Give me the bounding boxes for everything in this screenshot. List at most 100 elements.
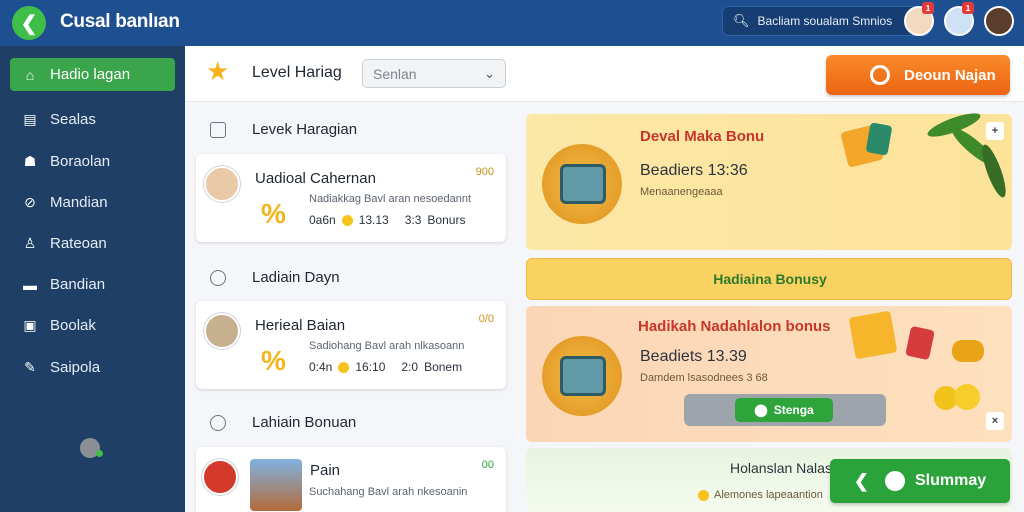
dropdown-value: Senlan <box>373 65 417 82</box>
promo-title: Hadikah Nadahlalon bonus <box>638 318 831 335</box>
sidebar-item-label: Hadio lagan <box>50 66 131 83</box>
promo-card[interactable]: Hadikah Nadahlalon bonus Beadiets 13.39 … <box>526 306 1012 442</box>
edit-icon: ✎ <box>24 359 36 375</box>
clock-icon <box>210 269 226 286</box>
coin-icon <box>341 214 353 226</box>
card-meta: 0:4n 16:10 2:0 Bonem <box>309 360 462 374</box>
promo-subtitle: Damdem lsasodnees 3 68 <box>640 372 768 384</box>
shield-icon: ⬤ <box>754 403 768 417</box>
claim-button[interactable]: ⬤ Stenga <box>735 398 833 422</box>
sidebar-item-home[interactable]: ⌂ Hadio lagan <box>10 58 175 91</box>
sidebar-item-label: Sealas <box>50 111 96 128</box>
coin-icon <box>954 384 980 410</box>
card-title: Herieal Baian <box>255 317 346 334</box>
notification-badge: 1 <box>922 2 934 14</box>
chest-icon <box>560 356 606 396</box>
sidebar-item-label: Boraolan <box>50 153 111 170</box>
sidebar-item-bandian[interactable]: ▬ Bandian <box>10 268 175 301</box>
promo-subtitle: Menaanengeaaa <box>640 186 723 198</box>
promo-card[interactable]: Deval Maka Bonu Beadiers 13:36 Menaaneng… <box>526 108 1012 250</box>
coin-icon <box>338 361 350 373</box>
gift-icon <box>865 122 893 156</box>
percent-icon: % <box>261 198 286 229</box>
section-header-ladiain: Ladiain Dayn <box>210 269 340 286</box>
chevron-down-icon: ⌄ <box>484 66 495 81</box>
bonus-card[interactable]: Pain 00 Suchahang Bavl arah nkesoanin <box>196 447 506 512</box>
bonus-card[interactable]: Herieal Baian 0/0 Sadiohang Bavl arah nl… <box>196 301 506 389</box>
section-title: Ladiain Dayn <box>252 269 340 286</box>
back-logo-icon[interactable]: ❮ <box>12 6 46 40</box>
card-points: 0/0 <box>478 313 494 325</box>
person-icon: ♙ <box>23 235 37 251</box>
leaf-icon <box>977 142 1011 200</box>
message-badge: 1 <box>962 2 974 14</box>
primary-cta-button[interactable]: Deoun Najan <box>826 55 1010 95</box>
card-title: Pain <box>310 462 341 479</box>
avatar <box>202 459 238 495</box>
doc-icon: ▤ <box>23 111 37 127</box>
card-meta: 0a6n 13.13 3:3 Bonurs <box>309 213 465 227</box>
chevron-circle-icon <box>210 414 226 431</box>
user-avatar[interactable] <box>984 6 1014 36</box>
meta-value: 2:0 <box>401 360 419 374</box>
summary-button[interactable]: ❮ Slummay <box>830 459 1010 503</box>
sidebar-item-label: Boolak <box>50 317 96 334</box>
meta-value: Bonurs <box>427 213 466 227</box>
card-title: Uadioal Cahernan <box>255 170 376 187</box>
sidebar-item-label: Rateoan <box>50 235 107 252</box>
ring-icon <box>870 65 890 85</box>
promo-title: Hadiaina Bonusy <box>713 271 827 287</box>
filter-dropdown[interactable]: Senlan ⌄ <box>362 59 506 88</box>
promo-title: Holanslan Nalas <box>730 460 832 476</box>
game-thumbnail <box>250 459 302 511</box>
button-label: Stenga <box>773 403 814 417</box>
folder-icon <box>210 121 226 138</box>
section-header-levek: Levek Haragian <box>210 121 357 138</box>
section-header-lahiain: Lahiain Bonuan <box>210 414 356 431</box>
section-title: Levek Haragian <box>252 121 358 138</box>
gift-icon <box>848 310 898 360</box>
search-input[interactable] <box>757 14 918 28</box>
meta-value: 16:10 <box>355 360 386 374</box>
close-icon[interactable]: × <box>986 412 1004 430</box>
meta-value: 3:3 <box>404 213 422 227</box>
online-status-dot <box>96 450 103 457</box>
user-icon: ☗ <box>23 153 37 169</box>
cta-label: Deoun Najan <box>904 66 996 84</box>
promo-banner[interactable]: Hadiaina Bonusy <box>526 258 1012 300</box>
avatar <box>204 313 240 349</box>
meta-value: 0:4n <box>309 360 333 374</box>
search-icon: 🔍︎ <box>733 13 750 28</box>
card-icon: ▬ <box>23 276 37 293</box>
top-bar: ❮ Cusal banlıan 🔍︎ 1 1 <box>0 0 1024 46</box>
search-box[interactable]: 🔍︎ <box>722 6 930 36</box>
avatar <box>204 166 240 202</box>
sidebar-item-saipola[interactable]: ✎ Saipola <box>10 351 175 384</box>
card-description: Sadiohang Bavl arah nlkasoann <box>309 340 465 352</box>
star-icon: ★ <box>206 56 230 86</box>
home-icon: ⌂ <box>25 66 35 83</box>
app-title: Cusal banlıan <box>60 11 180 32</box>
meta-value: Bonem <box>424 360 463 374</box>
bonus-card[interactable]: Uadioal Cahernan 900 Nadiakkag Bavl aran… <box>196 154 506 242</box>
card-description: Nadiakkag Bavl aran nesoedannt <box>309 193 472 205</box>
button-label: Slummay <box>914 472 987 489</box>
promo-title: Deval Maka Bonu <box>640 128 765 145</box>
sidebar-item-label: Mandian <box>50 194 108 211</box>
promo-amount: Beadiets 13.39 <box>640 348 747 365</box>
link-icon: ⊘ <box>24 194 36 210</box>
meta-value: 13.13 <box>358 213 389 227</box>
sidebar-item-sealas[interactable]: ▤ Sealas <box>10 103 175 136</box>
meta-value: 0a6n <box>309 213 336 227</box>
sidebar-item-rateoan[interactable]: ♙ Rateoan <box>10 227 175 260</box>
expand-icon[interactable]: + <box>986 122 1004 140</box>
sidebar-item-label: Bandian <box>50 276 106 293</box>
sidebar-item-boraolan[interactable]: ☗ Boraolan <box>10 145 175 178</box>
chat-icon <box>884 471 905 491</box>
sidebar-item-mandian[interactable]: ⊘ Mandian <box>10 186 175 219</box>
coin-icon <box>952 340 984 362</box>
sidebar-item-label: Saipola <box>50 359 101 376</box>
sidebar-item-boolak[interactable]: ▣ Boolak <box>10 309 175 342</box>
card-points: 900 <box>475 166 494 178</box>
chest-icon <box>560 164 606 204</box>
